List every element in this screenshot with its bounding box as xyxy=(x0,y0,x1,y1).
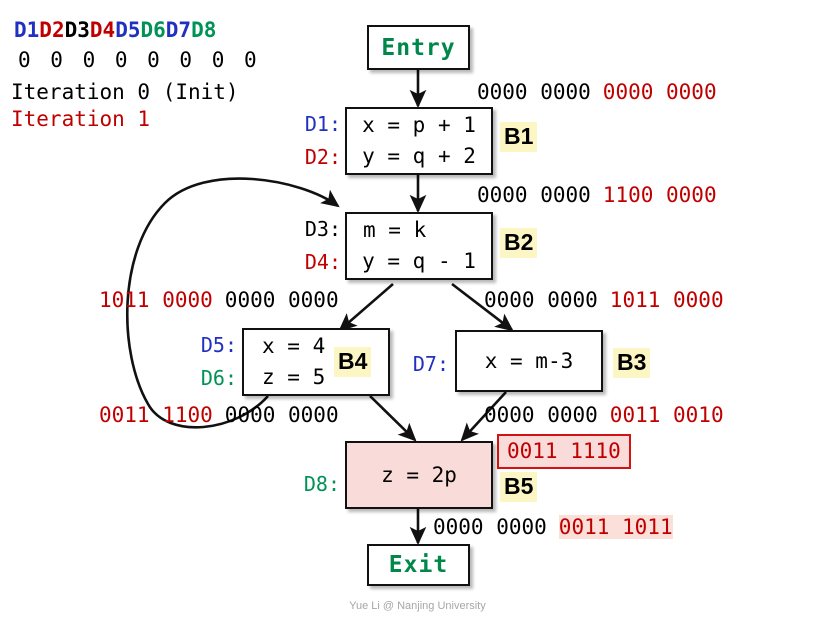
legend-iteration-0: Iteration 0 (Init) xyxy=(11,80,239,104)
bitvector-b1-out: 0000 0000 1100 0000 xyxy=(477,183,717,207)
bitvector-entry-out-red: 0000 0000 xyxy=(602,80,717,104)
node-b3[interactable]: x = m-3 xyxy=(455,330,603,392)
block-badge-b2: B2 xyxy=(500,228,538,258)
bitvector-b2-out-left: 1011 0000 0000 0000 xyxy=(99,288,339,312)
block-badge-b3: B3 xyxy=(613,348,651,378)
bitvector-b5-out-red: 0011 1011 xyxy=(558,515,673,539)
bitvector-b2-out-right-red: 1011 0000 xyxy=(609,288,724,312)
legend-def-d2: D2 xyxy=(39,18,65,42)
bitvector-b5-out: 0000 0000 0011 1011 xyxy=(433,515,673,539)
legend-definition-ids: D1D2D3D4D5D6D7D8 xyxy=(14,18,216,42)
bitvector-b1-out-black: 0000 0000 xyxy=(477,183,591,207)
block-badge-b1: B1 xyxy=(500,122,538,152)
bitvector-b5-in-boxed: 0011 1110 xyxy=(497,434,631,469)
def-label-d7: D7: xyxy=(412,352,449,376)
node-entry-label: Entry xyxy=(381,34,456,61)
bitvector-b4-out-red: 0011 1100 xyxy=(99,403,213,427)
node-b1-stmt-2: y = q + 2 xyxy=(362,144,476,168)
def-label-d8: D8: xyxy=(303,472,340,496)
def-label-d5: D5: xyxy=(200,333,237,357)
legend-def-d4: D4 xyxy=(89,18,116,42)
def-label-d4: D4: xyxy=(304,250,341,274)
def-label-d6: D6: xyxy=(200,366,237,390)
footer-attribution: Yue Li @ Nanjing University xyxy=(349,600,486,612)
block-badge-b4: B4 xyxy=(334,347,372,377)
def-label-d2: D2: xyxy=(304,145,341,169)
edge-b2-to-b4 xyxy=(338,283,394,332)
node-b1[interactable]: x = p + 1 y = q + 2 xyxy=(345,107,493,175)
node-b3-stmt-1: x = m-3 xyxy=(484,348,574,373)
edge-b4-to-b5 xyxy=(369,395,417,442)
bitvector-b3-out-black: 0000 0000 xyxy=(484,403,598,427)
legend-def-d6: D6 xyxy=(140,18,166,42)
legend-bit-row: 0 0 0 0 0 0 0 0 xyxy=(18,48,261,72)
node-b5[interactable]: z = 2p xyxy=(345,441,493,509)
node-exit[interactable]: Exit xyxy=(367,544,470,586)
bitvector-b4-out-black: 0000 0000 xyxy=(224,403,339,427)
node-b1-stmt-1: x = p + 1 xyxy=(362,113,476,137)
bitvector-entry-out-black: 0000 0000 xyxy=(477,80,591,104)
bitvector-b3-out-red: 0011 0010 xyxy=(609,403,724,427)
block-badge-b5: B5 xyxy=(500,472,538,502)
legend-def-d5: D5 xyxy=(115,18,141,42)
bitvector-b4-out: 0011 1100 0000 0000 xyxy=(99,403,339,427)
bitvector-b5-out-black: 0000 0000 xyxy=(433,515,547,539)
node-entry[interactable]: Entry xyxy=(367,25,470,70)
bitvector-b3-out: 0000 0000 0011 0010 xyxy=(484,403,724,427)
legend-def-d7: D7 xyxy=(165,18,192,42)
def-label-d1: D1: xyxy=(304,112,341,136)
bitvector-b2-out-left-black: 0000 0000 xyxy=(224,288,339,312)
node-exit-label: Exit xyxy=(388,552,449,578)
dataflow-analysis-slide: D1D2D3D4D5D6D7D8 0 0 0 0 0 0 0 0 Iterati… xyxy=(0,0,835,631)
legend-def-d1: D1 xyxy=(14,18,40,42)
legend-def-d8: D8 xyxy=(191,18,217,42)
node-b2-stmt-2: y = q - 1 xyxy=(362,249,476,273)
bitvector-b2-out-right-black: 0000 0000 xyxy=(484,288,598,312)
node-b5-stmt-1: z = 2p xyxy=(381,462,457,487)
bitvector-entry-out: 0000 0000 0000 0000 xyxy=(477,80,717,104)
bitvector-b1-out-red: 1100 0000 xyxy=(602,183,717,207)
legend-iteration-1: Iteration 1 xyxy=(11,107,151,131)
legend-def-d3: D3 xyxy=(64,18,90,42)
node-b2-stmt-1: m = k xyxy=(363,218,427,242)
node-b2[interactable]: m = k y = q - 1 xyxy=(345,212,493,280)
def-label-d3: D3: xyxy=(304,217,341,241)
bitvector-b2-out-right: 0000 0000 1011 0000 xyxy=(484,288,724,312)
bitvector-b2-out-left-red: 1011 0000 xyxy=(99,288,213,312)
